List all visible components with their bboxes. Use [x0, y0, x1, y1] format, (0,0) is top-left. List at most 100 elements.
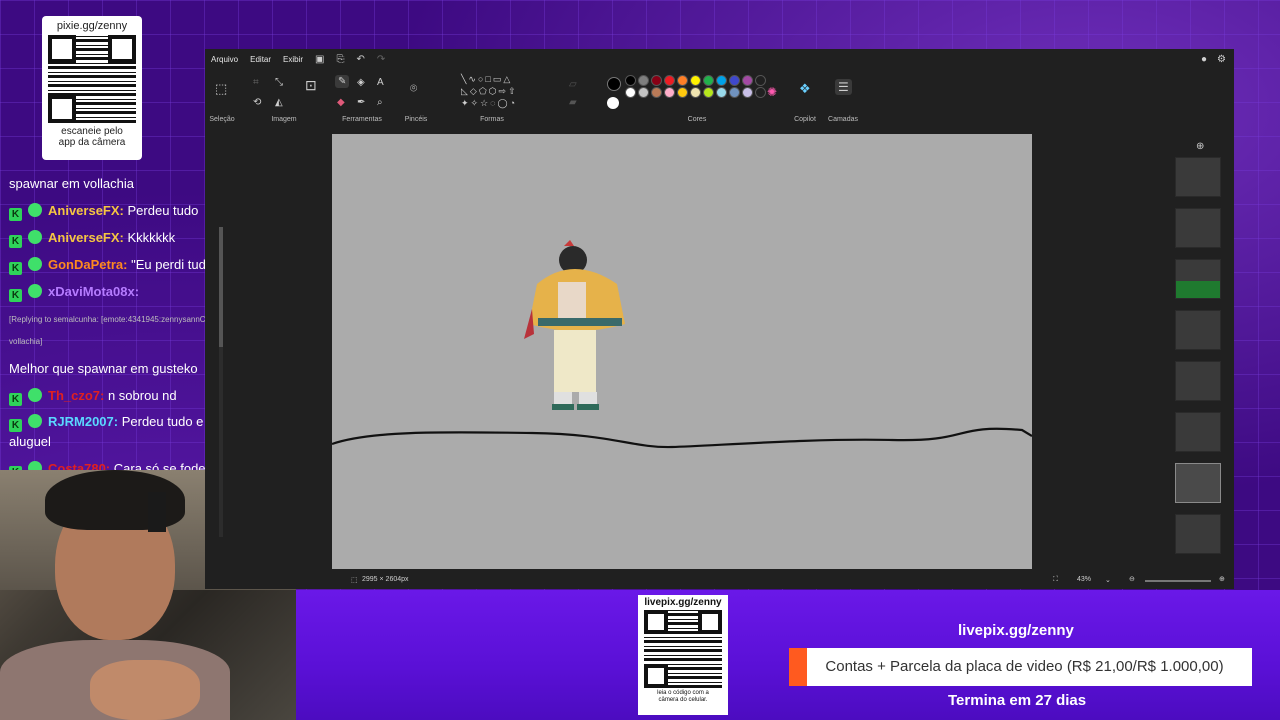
- group-pinceis: ⌾ Pincéis: [395, 69, 437, 127]
- brush-size-slider[interactable]: [219, 227, 223, 537]
- color-swatch[interactable]: [703, 75, 714, 86]
- layer-thumbnail[interactable]: [1175, 259, 1221, 299]
- color-swatch[interactable]: [677, 87, 688, 98]
- chat-username[interactable]: AniverseFX:: [48, 230, 124, 245]
- label-copilot: Copilot: [794, 116, 816, 123]
- zoom-slider[interactable]: [1145, 580, 1211, 582]
- chat-username[interactable]: Th_czo7:: [48, 388, 104, 403]
- menu-arquivo[interactable]: Arquivo: [211, 55, 238, 64]
- color-swatch[interactable]: [742, 87, 753, 98]
- image-icon[interactable]: ⊡: [305, 77, 317, 94]
- text-icon[interactable]: A: [377, 77, 384, 88]
- fill-icon[interactable]: ◈: [357, 77, 365, 88]
- livepix-qr-card: livepix.gg/zenny leia o código com a câm…: [638, 595, 728, 715]
- ground-line: [331, 427, 1033, 449]
- chat-username[interactable]: xDaviMota08x:: [48, 284, 139, 299]
- heart-badge-icon: [28, 414, 42, 428]
- color-swatch[interactable]: [690, 87, 701, 98]
- badge-k: K: [9, 289, 22, 302]
- status-bar: ⬚ 2995 × 2604px ⛶ 43% ⌄ ⊖ ⊕: [205, 572, 1234, 589]
- color-swatch[interactable]: [638, 75, 649, 86]
- color-swatch[interactable]: [742, 75, 753, 86]
- empty-swatch[interactable]: [755, 87, 766, 98]
- layers-panel: ⊕: [1163, 131, 1233, 571]
- color-swatch[interactable]: [625, 87, 636, 98]
- label-pinceis: Pincéis: [404, 116, 428, 123]
- layer-thumbnail[interactable]: [1175, 208, 1221, 248]
- chat-username[interactable]: RJRM2007:: [48, 414, 118, 429]
- fit-icon[interactable]: ⛶: [1053, 576, 1058, 584]
- color-swatch[interactable]: [664, 87, 675, 98]
- primary-color[interactable]: [607, 77, 621, 91]
- color-swatch[interactable]: [638, 87, 649, 98]
- save-icon[interactable]: ▣: [315, 54, 324, 65]
- menu-exibir[interactable]: Exibir: [283, 55, 303, 64]
- outline-icon[interactable]: ▱: [569, 79, 577, 90]
- chat-username[interactable]: AniverseFX:: [48, 203, 124, 218]
- qr-code-icon: [644, 610, 722, 688]
- pencil-icon[interactable]: ✎: [335, 75, 350, 88]
- shapes-row1-icon[interactable]: ╲∿○□▭△: [461, 74, 512, 85]
- color-swatch[interactable]: [716, 75, 727, 86]
- select-icon[interactable]: ⬚: [215, 81, 227, 97]
- account-icon[interactable]: ●: [1201, 54, 1207, 65]
- layer-thumbnail[interactable]: [1175, 463, 1221, 503]
- menu-editar[interactable]: Editar: [250, 55, 271, 64]
- color-swatch[interactable]: [664, 75, 675, 86]
- livepix-caption-2: câmera do celular.: [658, 697, 708, 703]
- chat-text: n sobrou nd: [107, 388, 177, 403]
- color-swatch[interactable]: [729, 87, 740, 98]
- picker-icon[interactable]: ✒: [357, 97, 365, 108]
- flip-icon[interactable]: ◭: [275, 97, 283, 108]
- empty-swatch[interactable]: [755, 75, 766, 86]
- layers-icon[interactable]: ☰: [835, 79, 852, 95]
- add-layer-icon[interactable]: ⊕: [1196, 141, 1204, 152]
- fill-shape-icon[interactable]: ▰: [569, 97, 577, 108]
- rotate-icon[interactable]: ⟲: [253, 97, 261, 108]
- shapes-row2-icon[interactable]: ◺◇⬠⬡⇨⇧: [461, 86, 518, 97]
- ribbon: ⬚ Seleção ⌗ ⤡ ⊡ ⟲ ◭ Imagem ✎ ◈ A ◆ ✒ ⌕ F…: [205, 69, 1234, 127]
- color-swatch[interactable]: [703, 87, 714, 98]
- layer-thumbnail[interactable]: [1175, 514, 1221, 554]
- share-icon[interactable]: ⎘: [337, 54, 345, 65]
- zoom-in-icon[interactable]: ⊕: [1219, 575, 1225, 583]
- color-swatch[interactable]: [690, 75, 701, 86]
- redo-icon[interactable]: ↷: [377, 54, 385, 65]
- brush-icon[interactable]: ⌾: [410, 81, 417, 96]
- magnifier-icon[interactable]: ⌕: [377, 97, 383, 108]
- drawing-canvas[interactable]: [331, 134, 1033, 569]
- layer-thumbnail[interactable]: [1175, 361, 1221, 401]
- layer-thumbnail[interactable]: [1175, 157, 1221, 197]
- color-swatch[interactable]: [625, 75, 636, 86]
- zoom-dropdown-icon[interactable]: ⌄: [1105, 576, 1111, 584]
- color-swatch[interactable]: [651, 75, 662, 86]
- eraser-icon[interactable]: ◆: [337, 97, 345, 108]
- pixie-url: pixie.gg/zenny: [56, 20, 128, 32]
- color-swatch[interactable]: [729, 75, 740, 86]
- qr-caption-1: escaneie pelo: [61, 126, 123, 137]
- color-swatch[interactable]: [677, 75, 688, 86]
- zoom-level[interactable]: 43%: [1077, 576, 1091, 583]
- copilot-icon[interactable]: ❖: [799, 81, 811, 97]
- color-swatch[interactable]: [651, 87, 662, 98]
- donation-goal-bar: Contas + Parcela da placa de video (R$ 2…: [789, 648, 1252, 686]
- group-imagem: ⌗ ⤡ ⊡ ⟲ ◭ Imagem: [239, 69, 329, 127]
- chat-username[interactable]: GonDaPetra:: [48, 257, 127, 272]
- color-wheel-icon[interactable]: ✺: [767, 85, 777, 99]
- color-swatch[interactable]: [716, 87, 727, 98]
- zoom-out-icon[interactable]: ⊖: [1129, 575, 1135, 583]
- badge-k: K: [9, 262, 22, 275]
- pixie-qr-card: pixie.gg/zenny escaneie pelo app da câme…: [42, 16, 142, 160]
- layer-thumbnail[interactable]: [1175, 412, 1221, 452]
- label-formas: Formas: [480, 116, 504, 123]
- shapes-row3-icon[interactable]: ✦✧☆◌◯◔: [461, 98, 517, 109]
- undo-icon[interactable]: ↶: [357, 54, 365, 65]
- crop-icon[interactable]: ⌗: [253, 77, 259, 88]
- group-camadas: ☰ Camadas: [825, 69, 861, 127]
- settings-icon[interactable]: ⚙: [1217, 54, 1226, 65]
- secondary-color[interactable]: [607, 97, 619, 109]
- group-ferramentas: ✎ ◈ A ◆ ✒ ⌕ Ferramentas: [329, 69, 395, 127]
- resize-icon[interactable]: ⤡: [275, 77, 283, 88]
- group-copilot: ❖ Copilot: [785, 69, 825, 127]
- layer-thumbnail[interactable]: [1175, 310, 1221, 350]
